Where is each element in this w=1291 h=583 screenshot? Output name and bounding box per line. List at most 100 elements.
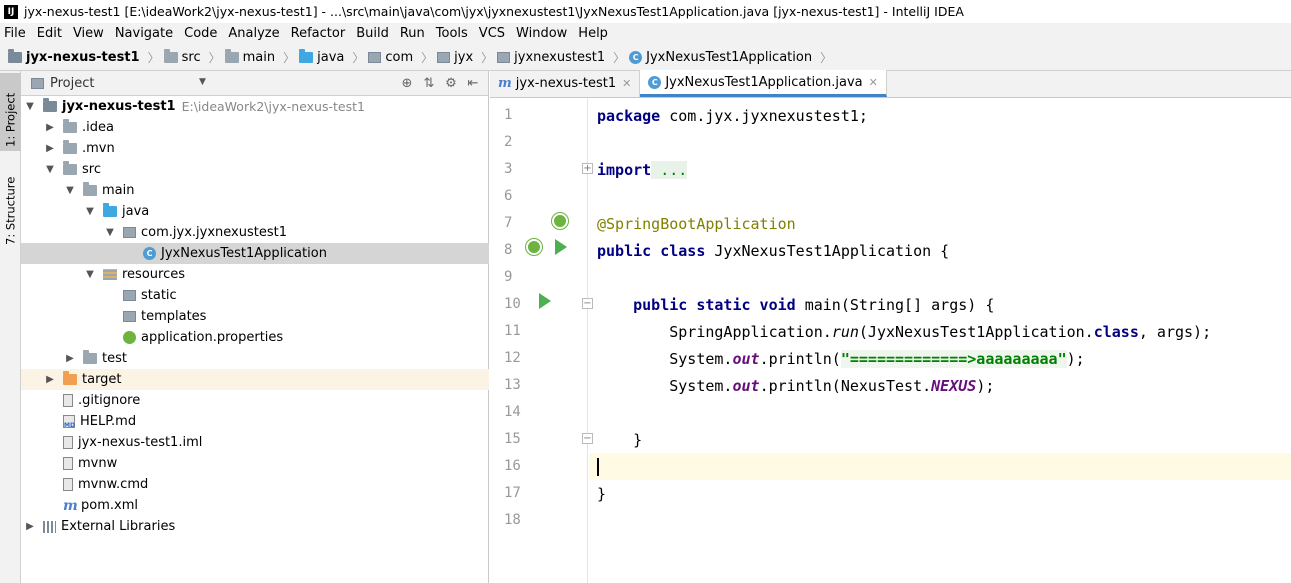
menu-refactor[interactable]: Refactor xyxy=(291,26,346,41)
menu-tools[interactable]: Tools xyxy=(436,26,468,41)
tree-item-pom[interactable]: m pom.xml xyxy=(21,495,489,516)
breadcrumb-separator-icon: 〉 xyxy=(421,50,434,65)
package-icon xyxy=(368,51,382,63)
run-application-icon[interactable] xyxy=(555,239,567,255)
chevron-right-icon[interactable]: ▶ xyxy=(63,353,77,364)
line-number: 2 xyxy=(504,134,513,150)
tree-item-java[interactable]: ▼ java xyxy=(21,201,489,222)
chevron-right-icon[interactable]: ▶ xyxy=(43,374,57,385)
project-view-selector[interactable]: Project xyxy=(50,76,94,91)
spring-class-gutter-icon[interactable] xyxy=(526,239,542,255)
line-number: 10 xyxy=(504,296,521,312)
tree-item-mvnw[interactable]: mvnw xyxy=(21,453,489,474)
tree-item-target[interactable]: ▶ target xyxy=(21,369,489,390)
tree-item-gitignore[interactable]: .gitignore xyxy=(21,390,489,411)
menu-window[interactable]: Window xyxy=(516,26,567,41)
chevron-right-icon[interactable]: ▶ xyxy=(23,521,37,532)
library-icon xyxy=(43,520,56,533)
project-tool-tab[interactable]: 1: Project xyxy=(0,73,21,151)
tab-pom[interactable]: m jyx-nexus-test1 ✕ xyxy=(490,70,641,97)
folder-icon xyxy=(63,119,77,133)
breadcrumb-java[interactable]: java xyxy=(299,48,344,65)
tree-item-application-class[interactable]: C JyxNexusTest1Application xyxy=(21,243,489,264)
code-line: System. out .println(NexusTest. NEXUS); xyxy=(597,376,995,395)
menu-vcs[interactable]: VCS xyxy=(479,26,505,41)
breadcrumb-com[interactable]: com xyxy=(368,50,413,65)
tree-item-src[interactable]: ▼ src xyxy=(21,159,489,180)
code-line: package com.jyx.jyxnexustest1; xyxy=(597,106,868,125)
window-title: jyx-nexus-test1 [E:\ideaWork2\jyx-nexus-… xyxy=(24,4,964,19)
folder-icon xyxy=(63,161,77,175)
code-line: } xyxy=(597,484,607,503)
tree-item-iml[interactable]: jyx-nexus-test1.iml xyxy=(21,432,489,453)
tree-item-test[interactable]: ▶ test xyxy=(21,348,489,369)
menu-navigate[interactable]: Navigate xyxy=(115,26,173,41)
tree-item-project-root[interactable]: ▼ jyx-nexus-test1 E:\ideaWork2\jyx-nexus… xyxy=(21,96,489,117)
breadcrumb-separator-icon: 〉 xyxy=(481,50,494,65)
tree-item-main[interactable]: ▼ main xyxy=(21,180,489,201)
project-panel-toolbar: ⊕ ⇅ ⚙ ⇤ xyxy=(396,74,484,92)
project-view-icon xyxy=(31,77,44,89)
tree-item-idea[interactable]: ▶ .idea xyxy=(21,117,489,138)
tree-item-package[interactable]: ▼ com.jyx.jyxnexustest1 xyxy=(21,222,489,243)
tree-item-application-properties[interactable]: application.properties xyxy=(21,327,489,348)
menu-code[interactable]: Code xyxy=(184,26,217,41)
breadcrumb-separator-icon: 〉 xyxy=(820,50,833,65)
iml-file-icon xyxy=(63,436,73,449)
tree-item-static[interactable]: static xyxy=(21,285,489,306)
folder-icon xyxy=(163,48,178,63)
breadcrumb-jyx[interactable]: jyx xyxy=(437,50,473,65)
chevron-right-icon[interactable]: ▶ xyxy=(43,122,57,133)
tool-window-strip: 1: Project 7: Structure xyxy=(0,71,21,583)
menu-file[interactable]: File xyxy=(4,26,26,41)
code-line: } xyxy=(597,430,643,449)
menu-run[interactable]: Run xyxy=(400,26,425,41)
markdown-file-icon: MD xyxy=(63,415,75,429)
dropdown-arrow-icon[interactable]: ▼ xyxy=(199,77,206,87)
structure-tool-tab[interactable]: 7: Structure xyxy=(0,167,21,249)
chevron-right-icon[interactable]: ▶ xyxy=(43,143,57,154)
menu-view[interactable]: View xyxy=(73,26,104,41)
run-main-icon[interactable] xyxy=(539,293,551,309)
menu-edit[interactable]: Edit xyxy=(37,26,62,41)
tree-item-external-libraries[interactable]: ▶ External Libraries xyxy=(21,516,489,537)
chevron-down-icon[interactable]: ▼ xyxy=(43,164,57,175)
tree-item-mvn[interactable]: ▶ .mvn xyxy=(21,138,489,159)
breadcrumb-main[interactable]: main xyxy=(224,48,275,65)
collapse-all-icon[interactable]: ⇅ xyxy=(418,74,440,92)
folded-imports[interactable]: ... xyxy=(651,160,688,179)
locate-file-icon[interactable]: ⊕ xyxy=(396,74,418,92)
project-panel: Project ▼ ⊕ ⇅ ⚙ ⇤ ▼ jyx-nexus-test1 E:\i… xyxy=(21,71,489,583)
chevron-down-icon[interactable]: ▼ xyxy=(83,206,97,217)
chevron-down-icon[interactable]: ▼ xyxy=(63,185,77,196)
tab-application-java[interactable]: C JyxNexusTest1Application.java ✕ xyxy=(640,70,887,97)
breadcrumb-separator-icon: 〉 xyxy=(147,50,160,65)
menu-analyze[interactable]: Analyze xyxy=(228,26,279,41)
breadcrumb-jyxnexustest1[interactable]: jyxnexustest1 xyxy=(497,50,605,65)
chevron-down-icon[interactable]: ▼ xyxy=(83,269,97,280)
tree-item-resources[interactable]: ▼ resources xyxy=(21,264,489,285)
breadcrumb-src[interactable]: src xyxy=(163,48,201,65)
menu-build[interactable]: Build xyxy=(356,26,389,41)
code-line: @SpringBootApplication xyxy=(597,214,796,233)
source-folder-icon xyxy=(299,48,314,63)
close-icon[interactable]: ✕ xyxy=(869,76,878,89)
breadcrumb-project[interactable]: jyx-nexus-test1 xyxy=(8,48,140,65)
breadcrumb-class[interactable]: C JyxNexusTest1Application xyxy=(629,50,812,65)
hide-panel-icon[interactable]: ⇤ xyxy=(462,74,484,92)
chevron-down-icon[interactable]: ▼ xyxy=(103,227,117,238)
code-area[interactable]: package com.jyx.jyxnexustest1; import ..… xyxy=(589,98,1291,583)
tree-item-mvnw-cmd[interactable]: mvnw.cmd xyxy=(21,474,489,495)
spring-bean-icon[interactable] xyxy=(552,213,568,229)
module-folder-icon xyxy=(8,48,22,63)
title-bar: IJ jyx-nexus-test1 [E:\ideaWork2\jyx-nex… xyxy=(0,0,1291,23)
menu-help[interactable]: Help xyxy=(578,26,608,41)
tree-item-templates[interactable]: templates xyxy=(21,306,489,327)
chevron-down-icon[interactable]: ▼ xyxy=(23,101,37,112)
breadcrumb: jyx-nexus-test1 〉 src 〉 main 〉 java 〉 co… xyxy=(0,44,1291,71)
gear-icon[interactable]: ⚙ xyxy=(440,74,462,92)
line-number: 13 xyxy=(504,377,521,393)
close-icon[interactable]: ✕ xyxy=(622,77,631,90)
tree-item-help-md[interactable]: MD HELP.md xyxy=(21,411,489,432)
current-line xyxy=(589,453,1291,480)
